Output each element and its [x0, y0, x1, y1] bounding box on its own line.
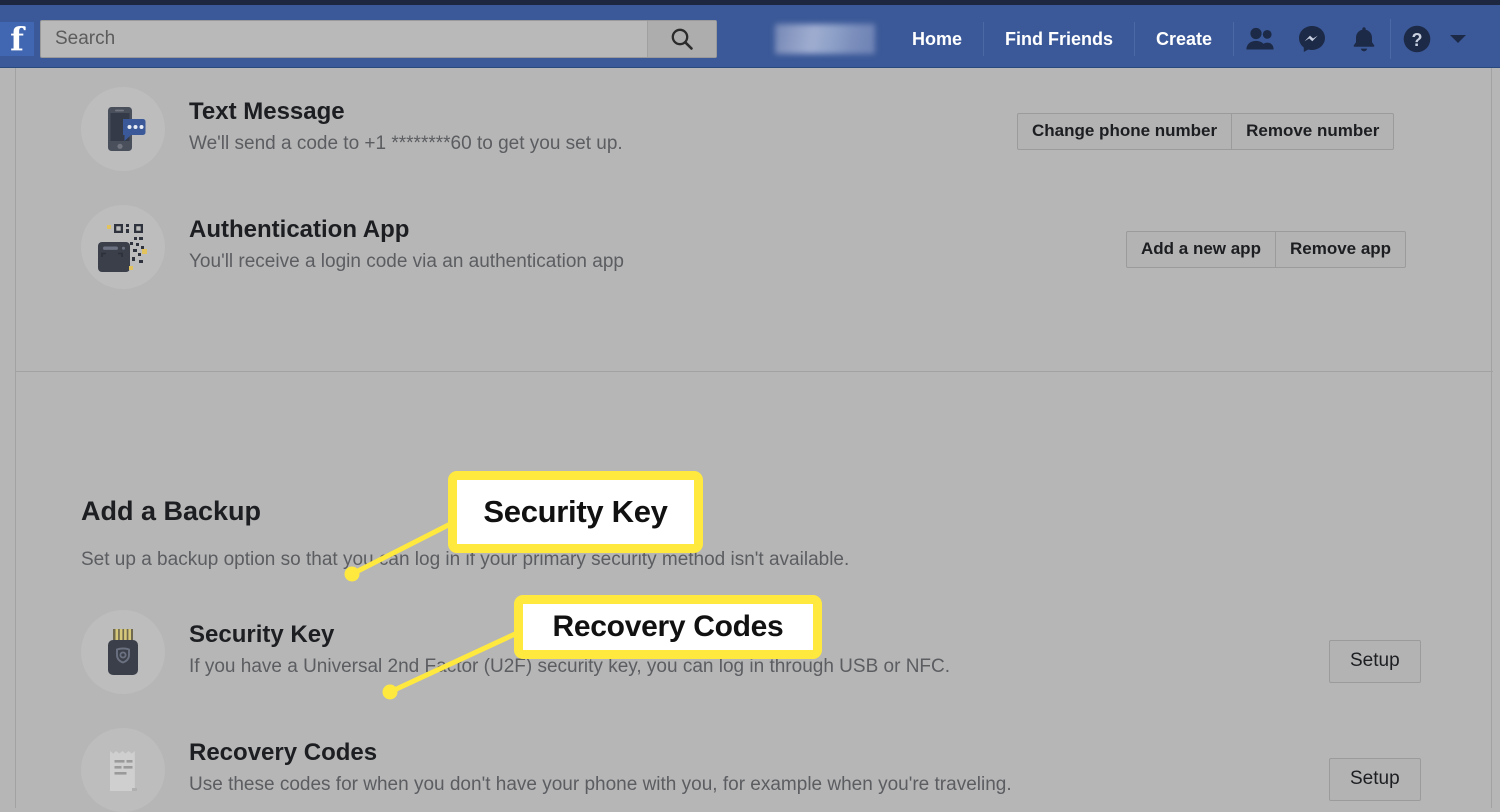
remove-number-button[interactable]: Remove number — [1232, 113, 1395, 150]
backup-row-recovery-codes: Recovery Codes Use these codes for when … — [81, 728, 1012, 812]
messenger-icon[interactable] — [1286, 19, 1338, 59]
callout-security-key-label: Security Key — [483, 494, 668, 529]
add-a-new-app-button[interactable]: Add a new app — [1126, 231, 1276, 268]
phone-text-message-icon — [81, 87, 165, 171]
backup-option-title: Recovery Codes — [189, 739, 378, 766]
setup-security-key-button[interactable]: Setup — [1329, 640, 1421, 683]
authentication-app-qr-glyph-icon — [98, 224, 147, 272]
facebook-top-navigation-bar: f Home Find Friends Create — [0, 0, 1500, 68]
friend-requests-glyph-icon — [1246, 27, 1274, 50]
search-input[interactable] — [53, 22, 647, 56]
callout-recovery-codes-label: Recovery Codes — [552, 610, 784, 643]
usb-security-key-glyph-icon — [108, 629, 138, 675]
nav-link-home[interactable]: Home — [891, 22, 985, 56]
nav-link-create[interactable]: Create — [1135, 22, 1235, 56]
primary-security-methods-section: Text Message We'll send a code to +1 ***… — [16, 68, 1491, 371]
authentication-app-actions: Add a new app Remove app — [1126, 231, 1407, 268]
bell-glyph-icon — [1353, 27, 1375, 52]
chevron-down-glyph-icon — [1450, 35, 1467, 43]
facebook-logo-icon[interactable]: f — [0, 22, 34, 56]
recovery-codes-paper-glyph-icon — [110, 751, 137, 791]
callout-recovery-codes: Recovery Codes — [514, 595, 822, 659]
question-mark-glyph-icon: ? — [1403, 25, 1431, 53]
method-title: Text Message — [189, 98, 345, 125]
change-phone-number-button[interactable]: Change phone number — [1017, 113, 1233, 150]
method-row-authentication-app: Authentication App You'll receive a logi… — [81, 205, 624, 289]
svg-text:?: ? — [1412, 30, 1423, 50]
remove-app-button[interactable]: Remove app — [1275, 231, 1407, 268]
method-description: You'll receive a login code via an authe… — [189, 251, 624, 272]
backup-section-heading: Add a Backup — [81, 496, 262, 526]
recovery-codes-paper-icon — [81, 728, 165, 812]
two-factor-settings-card: Text Message We'll send a code to +1 ***… — [15, 68, 1493, 812]
add-a-backup-section: Add a Backup Set up a backup option so t… — [16, 372, 1493, 812]
method-description: We'll send a code to +1 ********60 to ge… — [189, 133, 623, 154]
nav-link-find-friends[interactable]: Find Friends — [984, 22, 1136, 56]
usb-security-key-icon — [81, 610, 165, 694]
authentication-app-qr-icon — [81, 205, 165, 289]
friend-requests-icon[interactable] — [1234, 19, 1286, 59]
search-icon — [671, 28, 693, 50]
notifications-bell-icon[interactable] — [1338, 19, 1390, 59]
help-question-icon[interactable]: ? — [1390, 19, 1443, 59]
search-button[interactable] — [647, 21, 716, 57]
callout-security-key: Security Key — [448, 471, 703, 553]
setup-recovery-codes-button[interactable]: Setup — [1329, 758, 1421, 801]
account-chevron-down-icon[interactable] — [1443, 19, 1473, 59]
method-row-text-message: Text Message We'll send a code to +1 ***… — [81, 87, 623, 171]
text-message-actions: Change phone number Remove number — [1017, 113, 1395, 150]
messenger-glyph-icon — [1299, 26, 1326, 52]
backup-option-description: Use these codes for when you don't have … — [189, 774, 1012, 795]
method-title: Authentication App — [189, 216, 410, 243]
search-bar[interactable] — [40, 20, 717, 58]
profile-name-blurred[interactable] — [775, 24, 875, 54]
phone-text-message-glyph-icon — [108, 107, 146, 151]
